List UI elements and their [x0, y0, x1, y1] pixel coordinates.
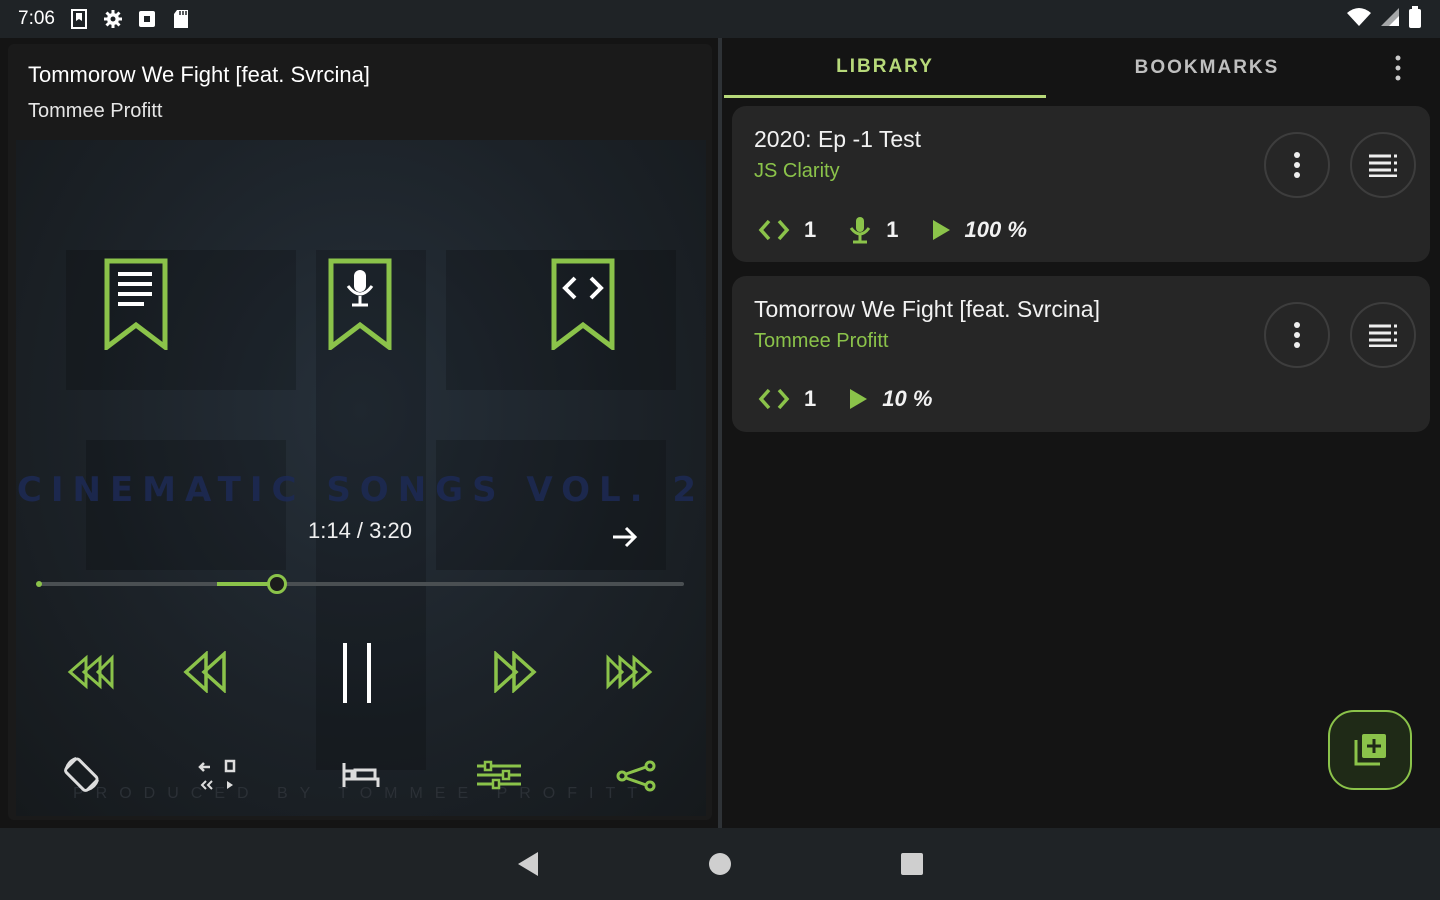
back-nav-button[interactable]	[514, 850, 542, 878]
chapter-skip-button[interactable]	[196, 756, 242, 794]
bookmark-mic-icon	[328, 258, 392, 353]
navigation-bar	[0, 828, 1440, 900]
item-title: Tomorrow We Fight [feat. Svrcina]	[754, 296, 1100, 322]
add-text-bookmark-button[interactable]	[104, 258, 168, 353]
item-stats: 1 10 %	[758, 386, 954, 412]
rewind-icon	[183, 651, 226, 693]
bookmark-text-icon	[104, 258, 168, 353]
album-art: CINEMATIC SONGS VOL. 2 PRODUCED BY TOMME…	[16, 140, 706, 816]
album-art-title: CINEMATIC SONGS VOL. 2	[16, 470, 706, 510]
pause-button[interactable]	[334, 640, 380, 706]
share-button[interactable]	[616, 758, 656, 794]
item-author: JS Clarity	[754, 160, 840, 182]
code-bookmark-icon	[758, 388, 790, 410]
sleep-timer-button[interactable]	[338, 756, 384, 792]
item-stats: 1 1 100 %	[758, 216, 1049, 244]
mic-bookmark-count: 1	[886, 217, 899, 242]
media-status-icon	[137, 9, 157, 29]
item-author: Tommee Profitt	[754, 330, 889, 352]
library-item[interactable]: 2020: Ep -1 Test JS Clarity 1 1 100 %	[732, 106, 1430, 262]
recents-icon	[901, 853, 923, 875]
chapter-list-icon	[1369, 324, 1397, 347]
back-icon	[518, 852, 538, 876]
home-nav-button[interactable]	[706, 850, 734, 878]
recents-nav-button[interactable]	[898, 850, 926, 878]
code-bookmark-count: 1	[804, 386, 817, 411]
signal-icon	[1380, 7, 1400, 32]
sd-card-icon	[171, 9, 191, 29]
forward-far-icon	[606, 654, 653, 690]
code-bookmark-icon	[758, 219, 790, 241]
screen-rotation-button[interactable]	[60, 754, 104, 794]
code-bookmark-count: 1	[804, 217, 817, 242]
add-book-fab[interactable]	[1328, 710, 1412, 790]
wifi-icon	[1346, 7, 1372, 32]
item-chapters-button[interactable]	[1350, 302, 1416, 368]
library-item[interactable]: Tomorrow We Fight [feat. Svrcina] Tommee…	[732, 276, 1430, 432]
add-library-icon	[1354, 734, 1386, 766]
seek-handle[interactable]	[267, 574, 287, 594]
item-chapters-button[interactable]	[1350, 132, 1416, 198]
screen-rotation-icon	[64, 757, 99, 792]
forward-far-button[interactable]	[606, 652, 656, 692]
rewind-far-icon	[67, 654, 114, 690]
bookmark-status-icon	[69, 9, 89, 29]
mic-bookmark-icon	[850, 217, 871, 244]
more-vertical-icon	[1294, 152, 1300, 178]
item-progress: 10 %	[882, 386, 933, 411]
arrow-right-icon[interactable]	[610, 522, 640, 552]
play-progress-icon	[850, 389, 868, 409]
overflow-menu-icon[interactable]	[1386, 52, 1410, 84]
status-bar: 7:06	[0, 0, 1440, 38]
share-icon	[616, 760, 656, 792]
add-code-bookmark-button[interactable]	[551, 258, 615, 353]
library-tabs: LIBRARY BOOKMARKS	[724, 38, 1440, 100]
seek-bar[interactable]	[36, 574, 684, 594]
play-progress-icon	[932, 220, 950, 240]
tab-bookmarks[interactable]: BOOKMARKS	[1046, 38, 1368, 98]
add-voice-bookmark-button[interactable]	[328, 258, 392, 353]
rewind-button[interactable]	[180, 650, 230, 694]
track-artist: Tommee Profitt	[28, 100, 163, 122]
item-more-button[interactable]	[1264, 302, 1330, 368]
tab-library[interactable]: LIBRARY	[724, 38, 1046, 98]
pause-icon	[343, 643, 371, 703]
item-more-button[interactable]	[1264, 132, 1330, 198]
rewind-far-button[interactable]	[64, 652, 114, 692]
more-vertical-icon	[1294, 322, 1300, 348]
seek-start-dot	[36, 581, 42, 587]
sleep-timer-icon	[342, 763, 380, 787]
chapter-skip-icon	[198, 759, 236, 790]
item-progress: 100 %	[964, 217, 1027, 242]
battery-icon	[1408, 5, 1422, 33]
settings-status-icon	[103, 9, 123, 29]
bookmark-code-icon	[551, 258, 615, 353]
forward-button[interactable]	[490, 650, 540, 694]
home-icon	[709, 853, 731, 875]
pane-divider[interactable]	[718, 38, 722, 828]
forward-icon	[494, 651, 537, 693]
equalizer-icon	[477, 760, 521, 790]
player-panel: Tommorow We Fight [feat. Svrcina] Tommee…	[8, 44, 712, 820]
chapter-list-icon	[1369, 154, 1397, 177]
status-time: 7:06	[18, 8, 55, 29]
track-title: Tommorow We Fight [feat. Svrcina]	[28, 62, 370, 87]
time-display: 1:14 / 3:20	[308, 518, 412, 543]
item-title: 2020: Ep -1 Test	[754, 126, 922, 152]
equalizer-button[interactable]	[474, 758, 524, 792]
